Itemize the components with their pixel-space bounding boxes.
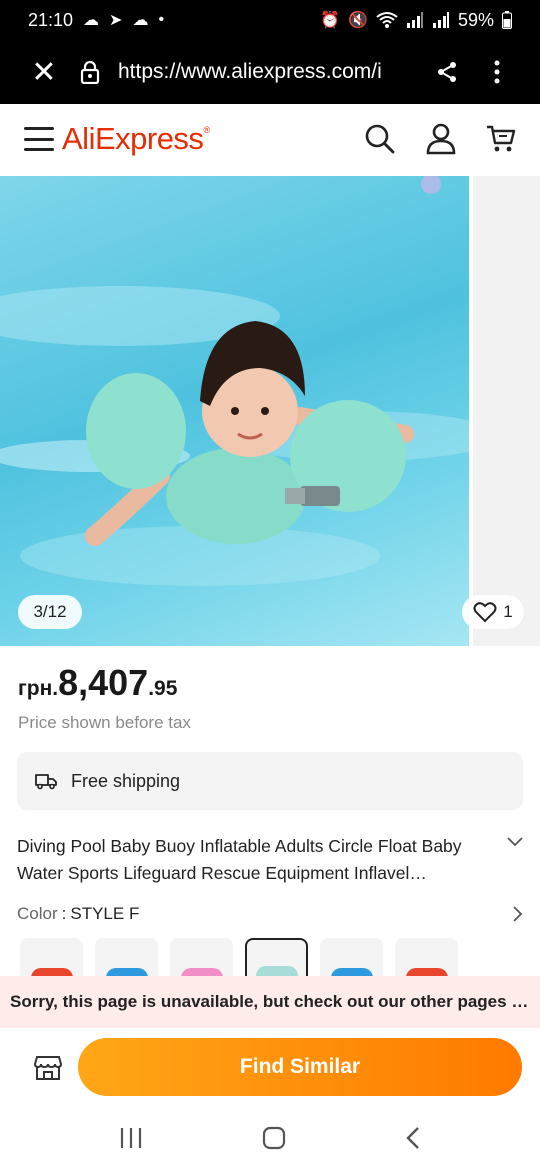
close-icon[interactable]: ✕ [18, 55, 70, 90]
tax-note: Price shown before tax [18, 713, 191, 732]
product-gallery[interactable] [0, 176, 540, 646]
browser-toolbar: ✕ https://www.aliexpress.com/i [0, 40, 540, 104]
unavailable-message: Sorry, this page is unavailable, but che… [10, 992, 530, 1011]
account-icon[interactable] [426, 123, 456, 155]
price-integer: 8,407 [58, 662, 149, 703]
battery-icon [502, 11, 512, 29]
share-icon[interactable] [422, 60, 472, 84]
signal-icon [432, 12, 449, 28]
heart-icon [473, 602, 497, 623]
search-icon[interactable] [364, 123, 396, 155]
find-similar-button[interactable]: Find Similar [78, 1038, 522, 1096]
baby-in-pool-illustration [0, 176, 500, 586]
price-decimal: .95 [148, 677, 178, 700]
home-icon[interactable] [262, 1126, 286, 1150]
logo-text: AliExpress [62, 121, 204, 156]
image-counter: 3/12 [18, 595, 82, 629]
back-icon[interactable] [405, 1126, 421, 1150]
wishlist-button[interactable]: 1 [462, 595, 524, 629]
shipping-info[interactable]: Free shipping [17, 752, 523, 810]
color-selector[interactable]: Color : STYLE F [17, 904, 523, 924]
color-label: Color [17, 904, 58, 923]
status-bar: 21:10 ☁ ➤ ☁ • ⏰ 🔇 59% [0, 0, 540, 40]
store-icon[interactable] [18, 1053, 78, 1081]
product-title-section[interactable]: Diving Pool Baby Buoy Inflatable Adults … [17, 833, 523, 887]
menu-icon[interactable] [24, 127, 54, 151]
color-separator: : [61, 904, 67, 923]
logo-mark: ® [203, 125, 210, 135]
shipping-label: Free shipping [71, 770, 181, 791]
product-photo[interactable] [0, 176, 500, 646]
signal-icon [406, 12, 423, 28]
product-title: Diving Pool Baby Buoy Inflatable Adults … [17, 836, 462, 883]
bottom-action-bar: Find Similar [0, 1028, 540, 1106]
next-photo-preview[interactable] [473, 176, 540, 646]
truck-icon [35, 774, 57, 790]
unavailable-notice: Sorry, this page is unavailable, but che… [0, 976, 540, 1028]
url-field[interactable]: https://www.aliexpress.com/i [110, 60, 422, 84]
chevron-down-icon[interactable] [507, 837, 523, 847]
more-options-icon[interactable] [472, 60, 522, 84]
wifi-icon [376, 12, 398, 28]
app-header: AliExpress ® [0, 104, 540, 174]
recent-apps-icon[interactable] [119, 1127, 143, 1149]
cloud-icon: ☁ [132, 12, 149, 29]
lock-icon[interactable] [70, 60, 110, 84]
price-currency: грн. [18, 677, 59, 700]
cart-icon[interactable] [486, 124, 516, 154]
alarm-icon: ⏰ [320, 12, 341, 29]
battery-level: 59% [457, 9, 494, 30]
chevron-right-icon[interactable] [513, 906, 523, 922]
color-value: STYLE F [70, 904, 140, 923]
dot-icon: • [158, 11, 165, 28]
mute-icon: 🔇 [348, 12, 368, 29]
telegram-icon: ➤ [109, 12, 123, 29]
clock: 21:10 [28, 9, 74, 30]
aliexpress-logo[interactable]: AliExpress ® [62, 121, 210, 157]
wishlist-count: 1 [503, 602, 513, 621]
cloud-icon: ☁ [83, 12, 100, 29]
system-navigation-bar [0, 1106, 540, 1170]
price: грн. 8,407 .95 [18, 662, 177, 704]
